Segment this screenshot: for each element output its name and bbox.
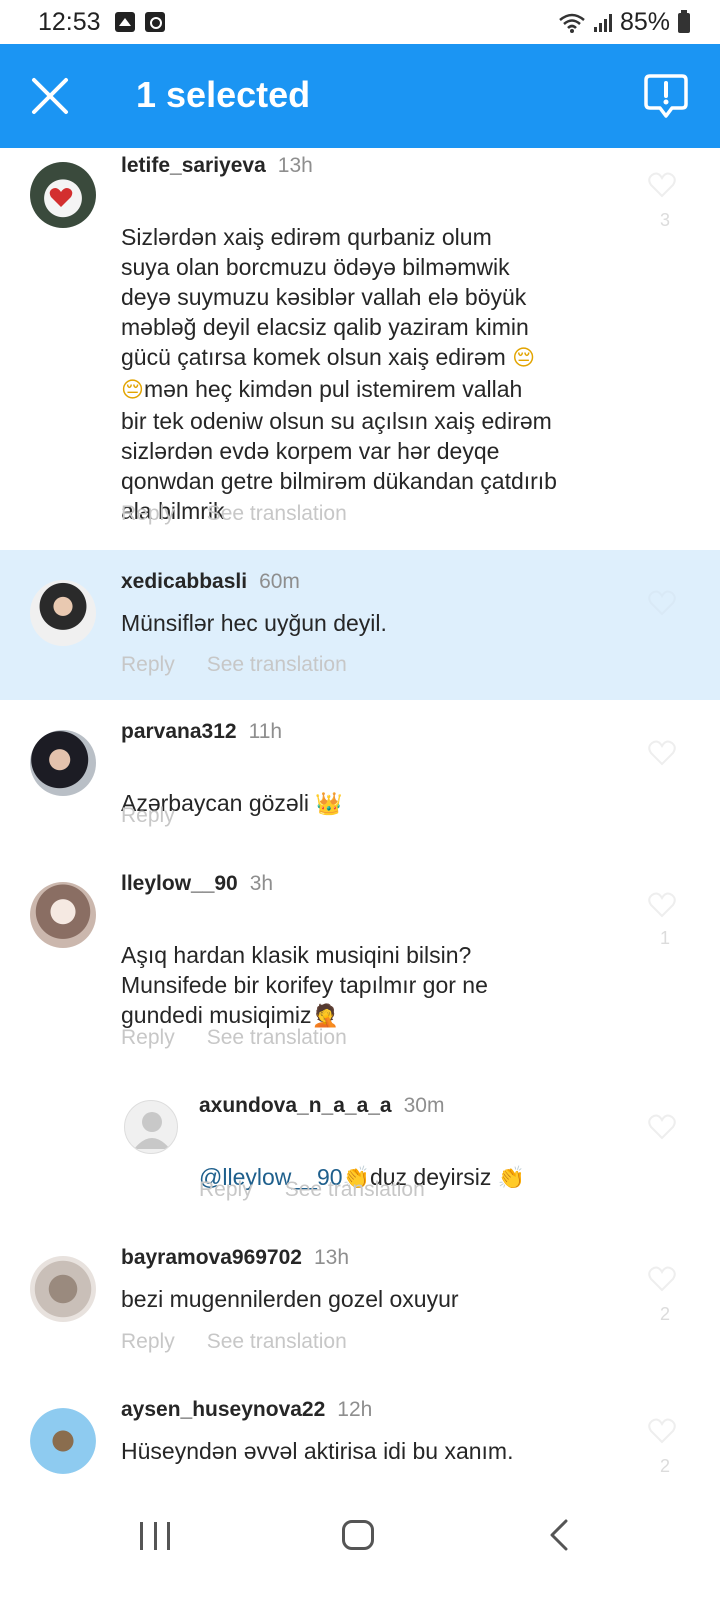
heart-avatar-icon	[49, 188, 73, 207]
crown-emoji: 👑	[315, 792, 343, 817]
comment-text: Sizlərdən xaiş edirəm qurbaniz olum suya…	[121, 224, 557, 524]
comment-time: 3h	[249, 872, 274, 895]
gallery-icon	[115, 12, 135, 32]
clapping-emoji: 👏	[497, 1166, 526, 1191]
see-translation-button[interactable]: See translation	[207, 1330, 347, 1354]
see-translation-button[interactable]: See translation	[285, 1178, 425, 1202]
like-heart-icon[interactable]	[648, 1418, 676, 1444]
reply-button[interactable]: Reply	[121, 502, 175, 526]
recent-apps-icon[interactable]	[140, 1522, 170, 1550]
selection-app-bar: 1 selected	[0, 44, 720, 148]
avatar[interactable]	[124, 1100, 178, 1154]
comment-text: Münsiflər hec uyğun deyil.	[121, 610, 387, 636]
comment-item[interactable]: lleylow__90 3h Aşıq hardan klasik musiqin…	[0, 860, 720, 1070]
battery-percent: 85%	[619, 8, 670, 36]
status-bar: 12:53 85%	[0, 0, 720, 44]
like-count: 2	[659, 1304, 670, 1324]
like-heart-icon[interactable]	[648, 740, 676, 766]
comment-time: 60m	[259, 570, 300, 593]
comment-text: Hüseyndən əvvəl aktirisa idi bu xanım.	[121, 1438, 514, 1464]
like-heart-icon[interactable]	[648, 1114, 676, 1140]
avatar[interactable]	[30, 882, 96, 948]
comment-item[interactable]: bayramova969702 13h bezi mugennilerden go…	[0, 1234, 720, 1374]
reply-button[interactable]: Reply	[121, 1330, 175, 1354]
comment-time: 13h	[277, 154, 313, 177]
comment-text: Aşıq hardan klasik musiqini bilsin? Muns…	[121, 942, 488, 1029]
close-icon[interactable]	[28, 74, 72, 118]
comment-username[interactable]: axundova_n_a_a_a 30m	[199, 1094, 444, 1118]
reply-button[interactable]: Reply	[121, 1026, 175, 1050]
comment-time: 30m	[403, 1094, 445, 1117]
comment-username[interactable]: aysen_huseynova22 12h	[121, 1398, 372, 1422]
comment-item[interactable]: parvana312 11h Azərbaycan gözəli 👑 Reply	[0, 708, 720, 848]
reply-button[interactable]: Reply	[121, 653, 175, 677]
comment-item[interactable]: aysen_huseynova22 12h Hüseyndən əvvəl akt…	[0, 1386, 720, 1488]
comment-username[interactable]: xedicabbasli 60m	[121, 570, 300, 594]
see-translation-button[interactable]: See translation	[207, 653, 347, 677]
see-translation-button[interactable]: See translation	[207, 502, 347, 526]
avatar[interactable]	[30, 1256, 96, 1322]
system-navigation-bar	[0, 1488, 720, 1600]
pensive-emoji: 😔	[121, 378, 144, 403]
like-heart-icon[interactable]	[648, 1266, 676, 1292]
like-heart-icon[interactable]	[648, 892, 676, 918]
avatar[interactable]	[30, 1408, 96, 1474]
pensive-emoji: 😔	[512, 346, 536, 371]
comment-time: 13h	[313, 1246, 350, 1269]
home-icon[interactable]	[342, 1520, 374, 1550]
like-heart-icon[interactable]	[648, 590, 676, 616]
avatar[interactable]	[30, 580, 96, 646]
comment-text: Azərbaycan gözəli 👑	[121, 790, 343, 817]
default-avatar-icon	[134, 1112, 170, 1149]
comment-text: bezi mugennilerden gozel oxuyur	[121, 1286, 459, 1312]
reply-comment-item[interactable]: axundova_n_a_a_a 30m @lleylow__90👏duz dey…	[0, 1084, 720, 1214]
comment-item[interactable]: letife_sariyeva 13h Sizlərdən xaiş edirəm…	[0, 148, 720, 546]
see-translation-button[interactable]: See translation	[207, 1026, 347, 1050]
comment-username[interactable]: parvana312 11h	[121, 720, 282, 744]
status-time: 12:53	[38, 8, 101, 36]
wifi-icon	[559, 13, 585, 33]
alarm-icon	[145, 12, 165, 32]
like-count: 2	[659, 1456, 670, 1476]
like-count: 3	[659, 210, 670, 230]
comments-list: letife_sariyeva 13h Sizlərdən xaiş edirəm…	[0, 148, 720, 1488]
battery-icon	[678, 9, 690, 33]
report-icon[interactable]	[644, 72, 688, 120]
like-count: 1	[659, 928, 670, 948]
like-heart-icon[interactable]	[648, 172, 676, 198]
signal-icon	[593, 13, 612, 32]
comment-item-selected[interactable]: xedicabbasli 60m Münsiflər hec uyğun deyi…	[0, 550, 720, 700]
comment-time: 12h	[337, 1398, 373, 1421]
avatar[interactable]	[30, 162, 96, 228]
comment-time: 11h	[248, 720, 283, 743]
reply-button[interactable]: Reply	[121, 804, 175, 828]
reply-button[interactable]: Reply	[199, 1178, 253, 1202]
back-icon[interactable]	[548, 1518, 570, 1552]
comment-username[interactable]: bayramova969702 13h	[121, 1246, 349, 1270]
avatar[interactable]	[30, 730, 96, 796]
comment-username[interactable]: letife_sariyeva 13h	[121, 154, 313, 178]
comment-username[interactable]: lleylow__90 3h	[121, 872, 273, 896]
selection-count-title: 1 selected	[136, 74, 311, 115]
